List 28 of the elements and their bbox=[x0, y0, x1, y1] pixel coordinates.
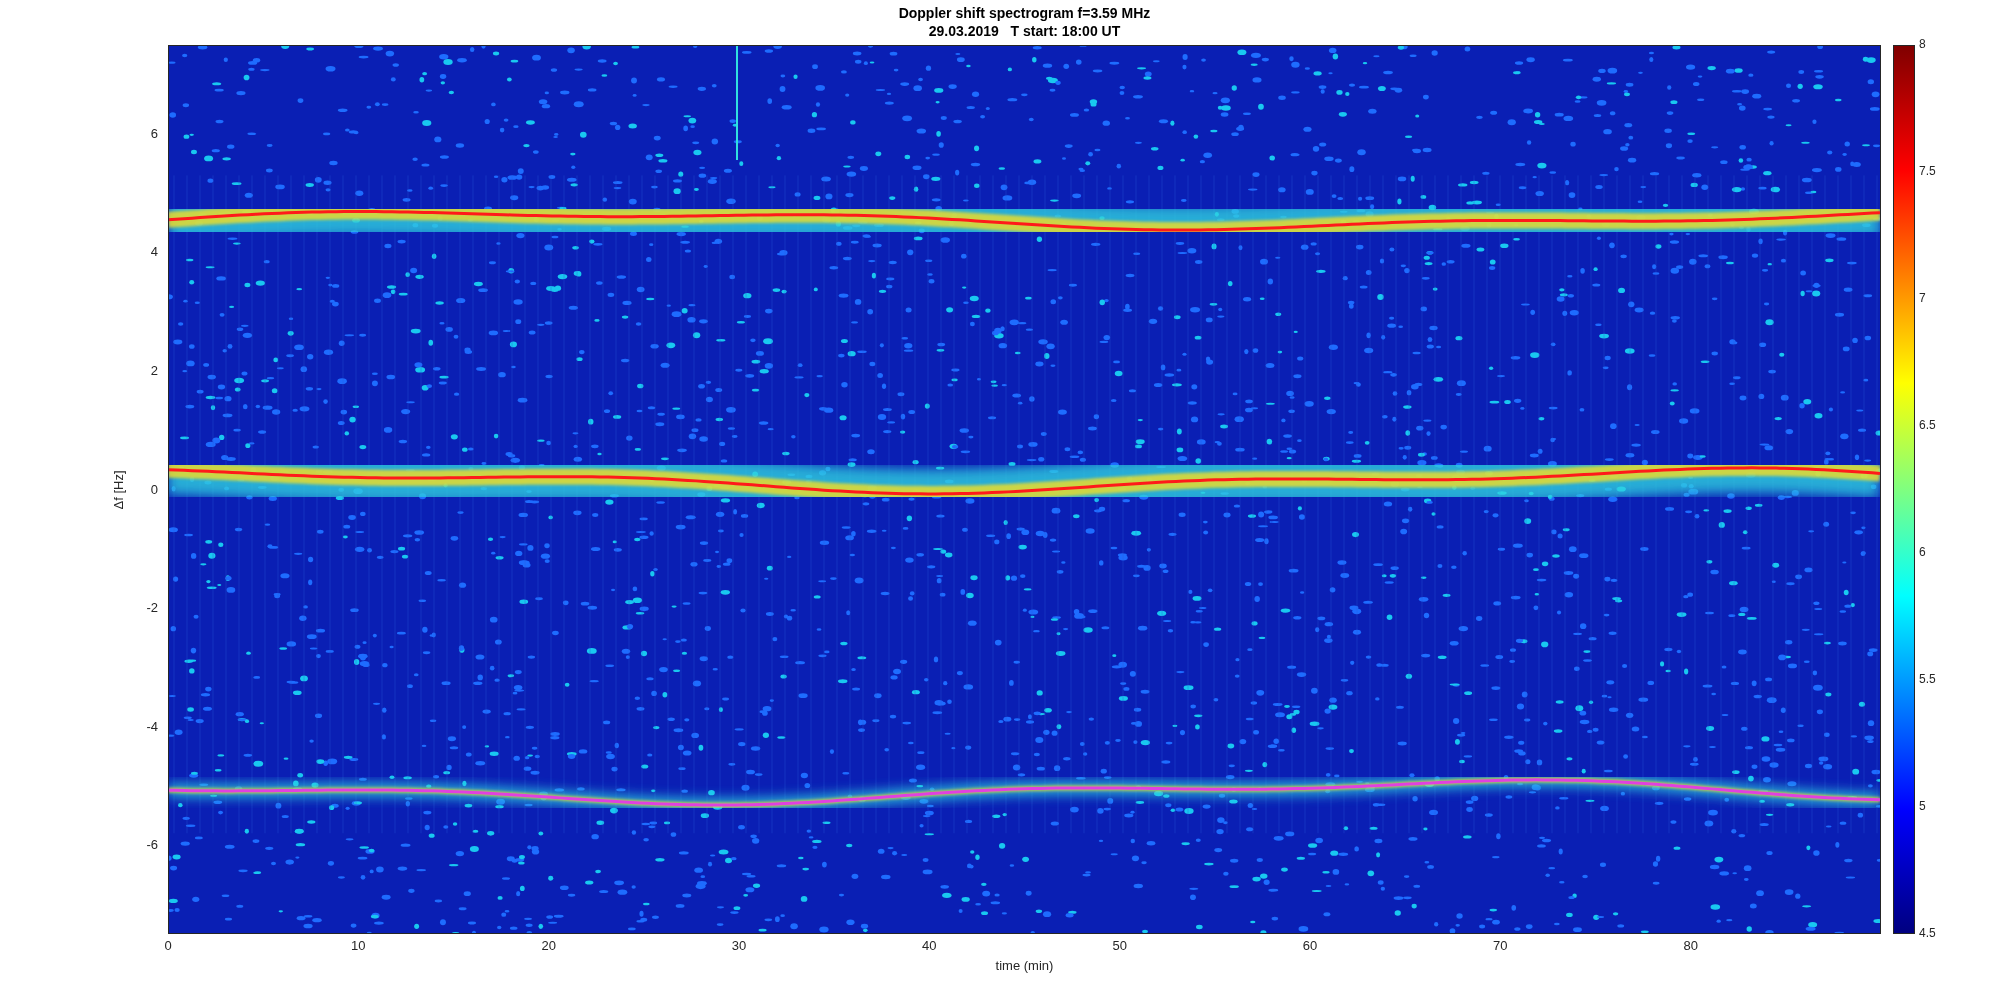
y-tick-label: -6 bbox=[146, 837, 158, 853]
x-tick-label: 70 bbox=[1493, 938, 1508, 953]
colorbar-tick-label: 7.5 bbox=[1919, 164, 1936, 178]
y-tick-label: 2 bbox=[150, 362, 158, 378]
colorbar-tick-label: 7 bbox=[1919, 291, 1926, 305]
chart-subtitle: 29.03.2019 T start: 18:00 UT bbox=[928, 23, 1121, 40]
x-tick-label: 0 bbox=[164, 938, 172, 953]
colorbar-tick-label: 6.5 bbox=[1919, 418, 1936, 432]
y-tick-label: -4 bbox=[146, 718, 158, 734]
y-tick-label: 6 bbox=[150, 125, 158, 141]
x-tick-label: 50 bbox=[1112, 938, 1127, 953]
x-tick-label: 60 bbox=[1302, 938, 1318, 953]
x-tick-label: 30 bbox=[731, 938, 747, 953]
x-tick-label: 80 bbox=[1683, 938, 1698, 953]
x-tick-label: 20 bbox=[541, 938, 556, 953]
y-tick-label: 4 bbox=[150, 244, 158, 260]
colorbar-tick-label: 4.5 bbox=[1919, 926, 1936, 940]
colorbar-tick-label: 5.5 bbox=[1919, 672, 1936, 686]
colorbar-tick-label: 8 bbox=[1919, 37, 1926, 51]
y-tick-label: -2 bbox=[146, 600, 158, 616]
y-tick-label: 0 bbox=[150, 481, 158, 497]
x-tick-label: 10 bbox=[351, 938, 366, 953]
x-tick-label: 40 bbox=[922, 938, 937, 953]
colorbar-tick-label: 6 bbox=[1919, 545, 1926, 559]
y-axis-label: Δf [Hz] bbox=[110, 470, 126, 509]
colorbar-tick-label: 5 bbox=[1919, 799, 1926, 813]
chart-title: Doppler shift spectrogram f=3.59 MHz bbox=[898, 5, 1151, 22]
x-axis-label: time (min) bbox=[995, 958, 1054, 973]
